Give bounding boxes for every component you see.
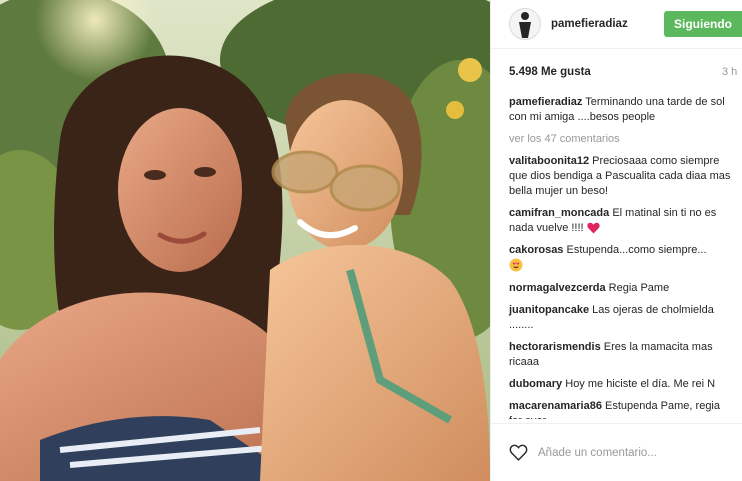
list-item: dubomary Hoy me hiciste el día. Me rei N <box>509 377 734 392</box>
list-item: cakorosas Estupenda...como siempre... <box>509 243 734 274</box>
comment-username[interactable]: normagalvezcerda <box>509 282 606 294</box>
heart-eyes-emoji-icon <box>509 258 523 272</box>
comment-text: Hoy me hiciste el día. Me rei N <box>565 378 716 390</box>
list-item: macarenamaria86 Estupenda Pame, regia fo… <box>509 399 734 419</box>
like-button[interactable] <box>509 444 529 462</box>
list-item: valitaboonita12 Preciosaaa como siempre … <box>509 154 734 199</box>
post-sidebar: pamefieradiaz Siguiendo 5.498 Me gusta 3… <box>490 0 742 481</box>
comment-username[interactable]: cakorosas <box>509 244 563 256</box>
list-item: juanitopancake Las ojeras de cholmielda … <box>509 303 734 333</box>
instagram-post: pamefieradiaz Siguiendo 5.498 Me gusta 3… <box>0 0 742 481</box>
view-all-comments-link[interactable]: ver los 47 comentarios <box>509 132 734 147</box>
add-comment-input[interactable] <box>538 446 728 459</box>
likes-count[interactable]: 5.498 Me gusta <box>509 65 591 80</box>
heart-emoji-icon <box>587 222 600 234</box>
list-item: camifran_moncada El matinal sin ti no es… <box>509 206 734 236</box>
list-item: hectorarismendis Eres la mamacita mas ri… <box>509 340 734 370</box>
comment-username[interactable]: valitaboonita12 <box>509 155 589 167</box>
comment-text: Regia Pame <box>608 282 670 294</box>
comment-username[interactable]: camifran_moncada <box>509 207 609 219</box>
heart-outline-icon <box>509 444 528 461</box>
comment-text: Estupenda...como siempre... <box>566 244 707 256</box>
post-photo[interactable] <box>0 0 490 481</box>
caption-username[interactable]: pamefieradiaz <box>509 96 582 108</box>
avatar[interactable] <box>509 8 541 40</box>
post-header: pamefieradiaz Siguiendo <box>491 0 742 49</box>
comment-bar <box>491 423 742 481</box>
comment-username[interactable]: hectorarismendis <box>509 341 601 353</box>
comment-username[interactable]: dubomary <box>509 378 562 390</box>
list-item: normagalvezcerda Regia Pame <box>509 281 734 296</box>
comment-list: pamefieradiaz Terminando una tarde de so… <box>491 95 742 419</box>
selfie-image <box>0 0 490 481</box>
header-username[interactable]: pamefieradiaz <box>551 17 628 32</box>
likes-row: 5.498 Me gusta 3 h <box>491 49 742 95</box>
caption: pamefieradiaz Terminando una tarde de so… <box>509 95 734 125</box>
comment-username[interactable]: macarenamaria86 <box>509 400 602 412</box>
post-time[interactable]: 3 h <box>722 65 742 80</box>
comment-username[interactable]: juanitopancake <box>509 304 589 316</box>
avatar-silhouette-icon <box>519 12 531 38</box>
following-button[interactable]: Siguiendo <box>664 11 742 37</box>
